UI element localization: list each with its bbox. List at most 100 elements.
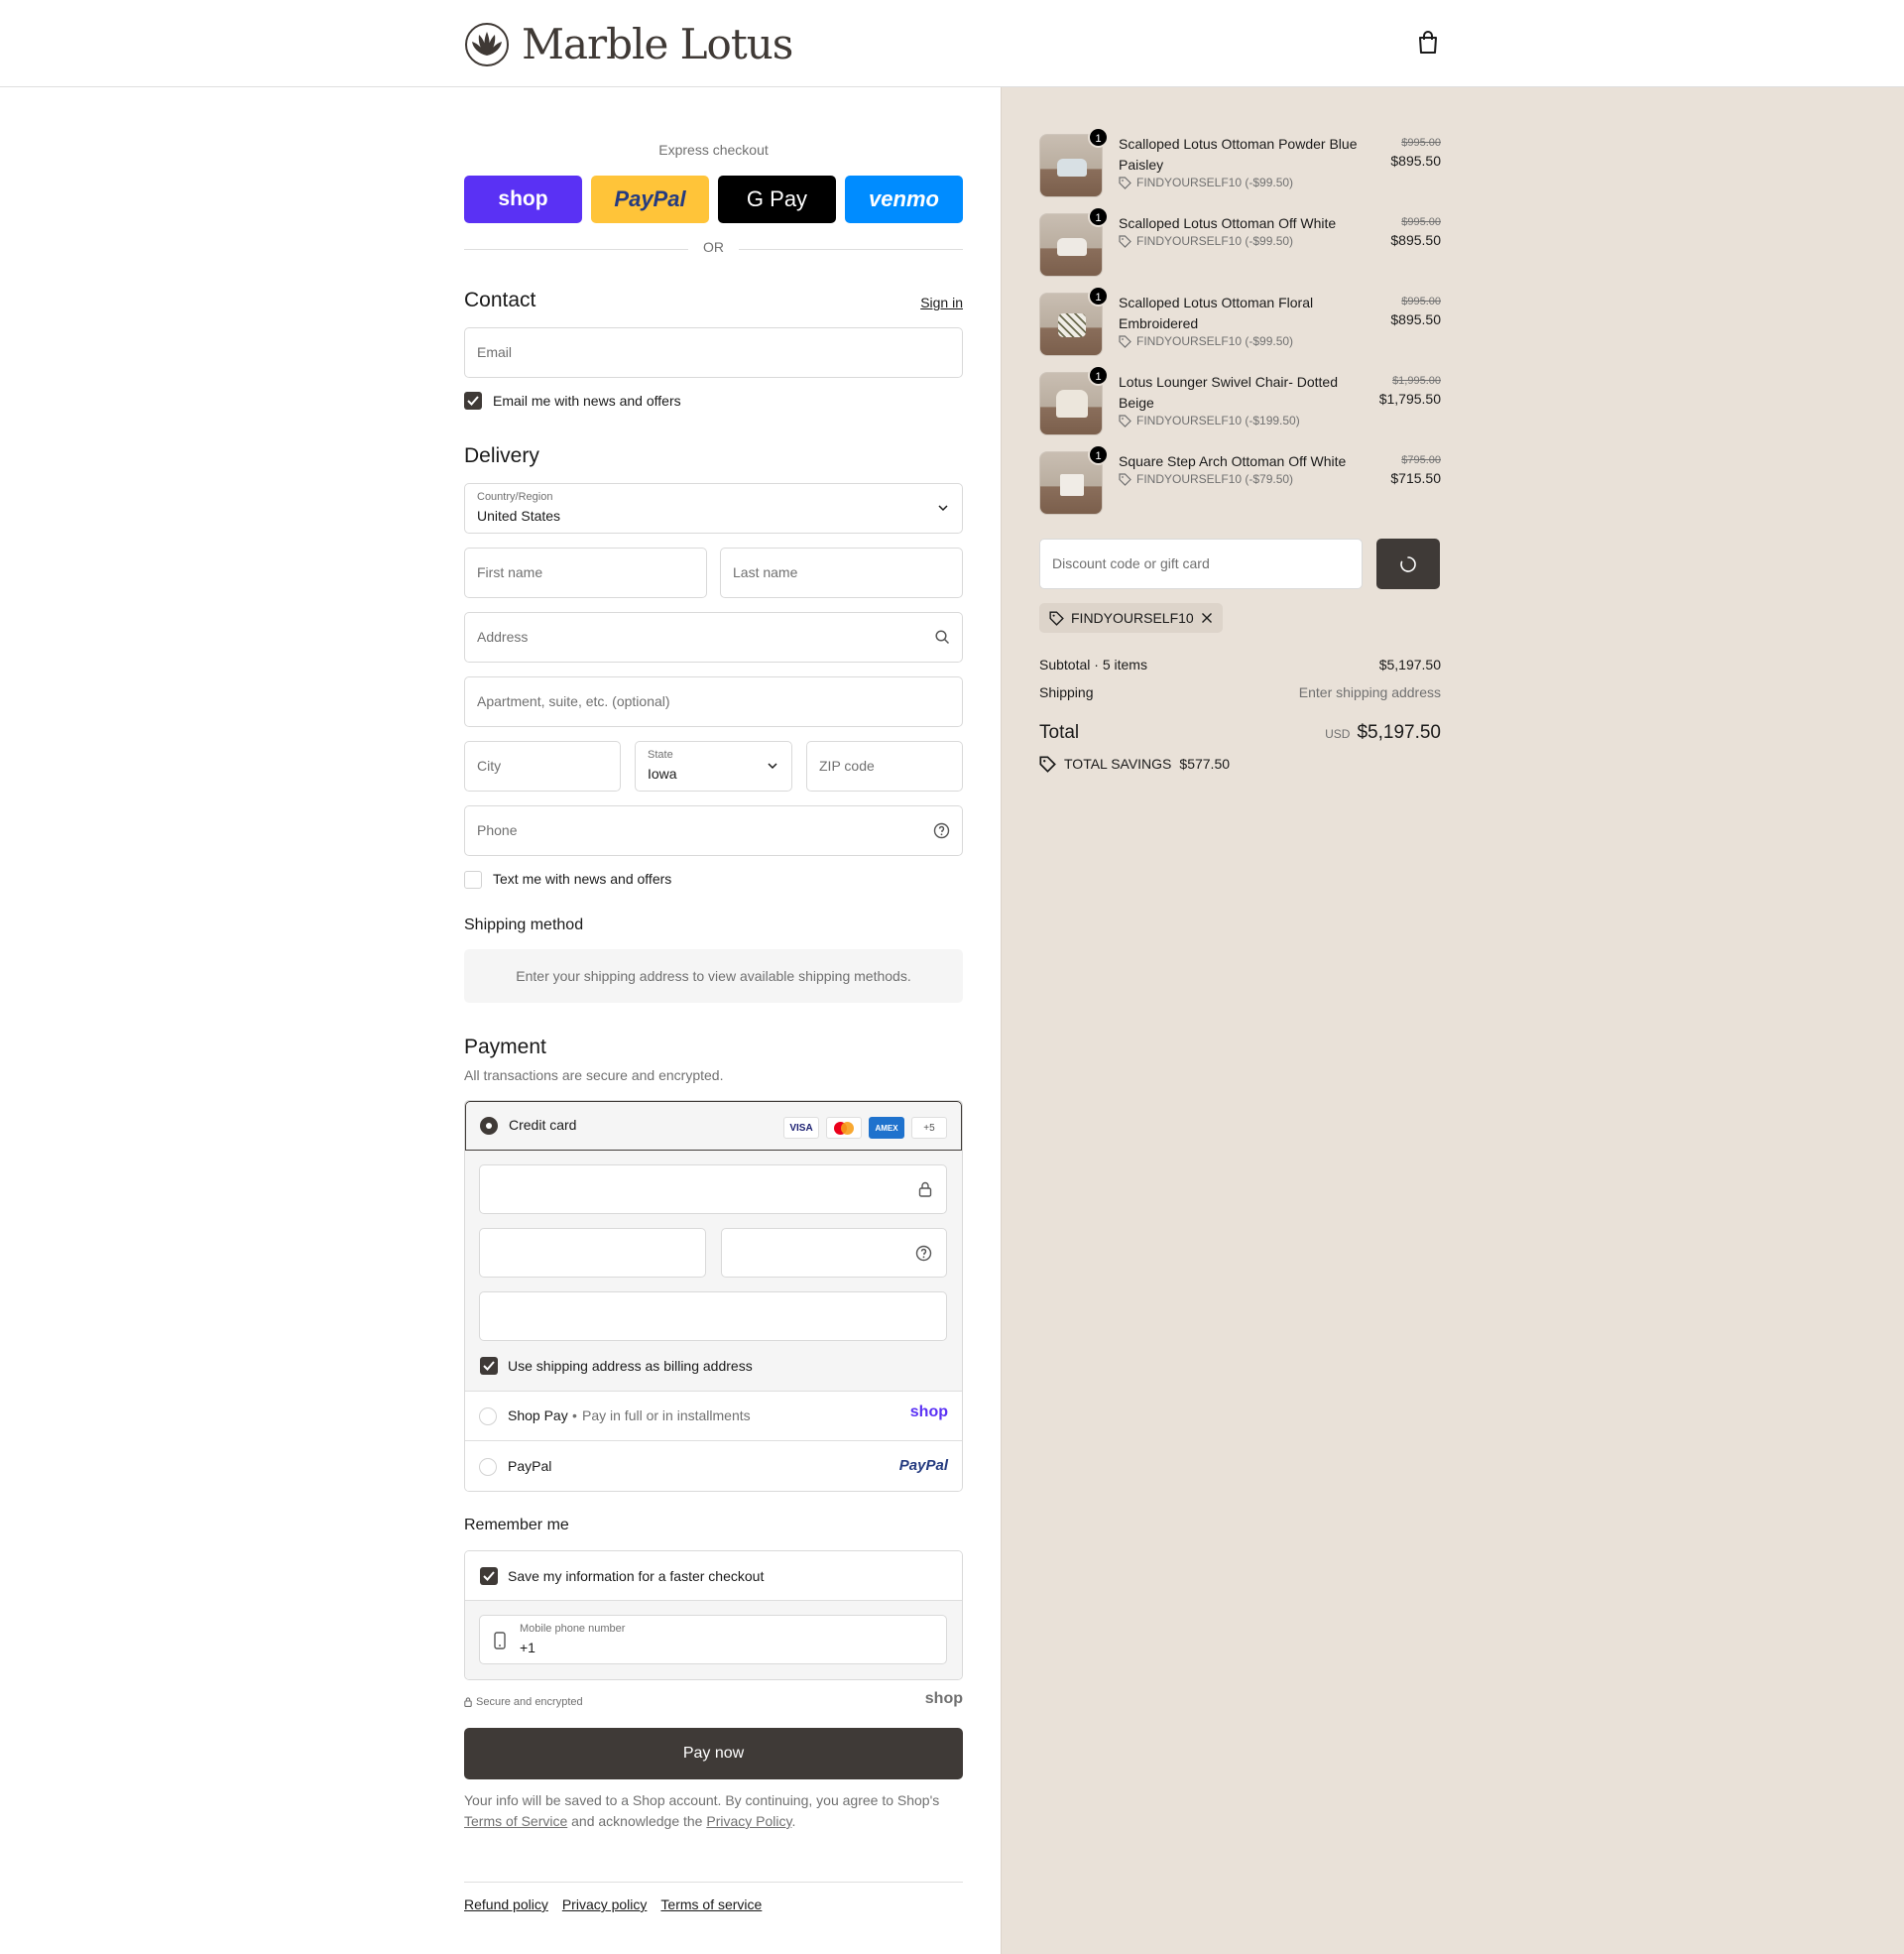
address-field[interactable]: Address: [464, 612, 963, 663]
delivery-title: Delivery: [464, 444, 539, 467]
cart-item: 1 Scalloped Lotus Ottoman Powder Blue Pa…: [1039, 127, 1441, 197]
brand-logo[interactable]: Marble Lotus: [464, 20, 793, 68]
cart-item: 1 Square Step Arch Ottoman Off White FIN…: [1039, 444, 1441, 515]
shop-pay-express-button[interactable]: shop: [464, 176, 582, 223]
mastercard-icon: [826, 1117, 862, 1139]
item-name: Square Step Arch Ottoman Off White: [1119, 453, 1347, 469]
total-savings-row: TOTAL SAVINGS $577.50: [1039, 754, 1441, 774]
name-on-card-field[interactable]: [479, 1291, 947, 1341]
tag-icon: [1119, 176, 1131, 189]
footer-links: Refund policy Privacy policy Terms of se…: [464, 1896, 762, 1912]
quantity-badge: 1: [1088, 444, 1109, 465]
order-summary-panel: [1001, 87, 1904, 1954]
item-discount: FINDYOURSELF10 (-$199.50): [1119, 414, 1300, 427]
first-name-field[interactable]: First name: [464, 548, 707, 598]
lotus-logo-icon: [465, 22, 509, 66]
sale-price: $715.50: [1390, 470, 1441, 486]
item-discount: FINDYOURSELF10 (-$99.50): [1119, 234, 1293, 248]
shop-pay-radio[interactable]: [479, 1407, 497, 1425]
or-divider: OR: [464, 239, 963, 259]
lock-icon: [918, 1181, 932, 1197]
expiry-field[interactable]: [479, 1228, 706, 1278]
city-field[interactable]: City: [464, 741, 621, 792]
applied-discount-code: FINDYOURSELF10: [1071, 610, 1194, 626]
help-icon[interactable]: [933, 822, 950, 839]
cart-item: 1 Scalloped Lotus Ottoman Floral Embroid…: [1039, 286, 1441, 356]
discount-code-input[interactable]: Discount code or gift card: [1039, 539, 1363, 589]
pay-now-button[interactable]: Pay now: [464, 1728, 963, 1779]
email-news-label: Email me with news and offers: [493, 393, 681, 409]
paypal-logo: PayPal: [898, 1457, 948, 1474]
item-name: Scalloped Lotus Ottoman Floral Embroider…: [1119, 295, 1314, 331]
cart-item: 1 Scalloped Lotus Ottoman Off White FIND…: [1039, 206, 1441, 277]
shipping-label: Shipping: [1039, 684, 1094, 700]
billing-address-label: Use shipping address as billing address: [508, 1358, 753, 1374]
mobile-phone-field[interactable]: Mobile phone number +1: [479, 1615, 947, 1664]
apartment-field[interactable]: Apartment, suite, etc. (optional): [464, 676, 963, 727]
tag-icon: [1039, 755, 1056, 773]
apply-discount-button[interactable]: [1376, 539, 1440, 589]
applied-discount-tag: FINDYOURSELF10: [1039, 603, 1223, 633]
shop-pay-separator: •: [572, 1407, 577, 1423]
paypal-option[interactable]: PayPal PayPal: [465, 1442, 962, 1491]
original-price: $1,995.00: [1392, 375, 1441, 387]
item-name: Scalloped Lotus Ottoman Powder Blue Pais…: [1119, 136, 1358, 173]
mobile-section: Mobile phone number +1: [465, 1601, 962, 1679]
original-price: $995.00: [1401, 216, 1441, 228]
visa-icon: VISA: [783, 1117, 819, 1139]
credit-card-label: Credit card: [509, 1117, 577, 1133]
privacy-policy-link[interactable]: Privacy Policy: [706, 1813, 791, 1829]
refund-policy-link[interactable]: Refund policy: [464, 1896, 548, 1912]
tag-icon: [1049, 610, 1064, 626]
shop-pay-option[interactable]: Shop Pay • Pay in full or in installment…: [465, 1392, 962, 1441]
credit-card-option[interactable]: Credit card VISA AMEX +5: [465, 1101, 962, 1151]
more-cards-badge: +5: [911, 1117, 947, 1139]
close-icon[interactable]: [1201, 612, 1213, 624]
quantity-badge: 1: [1088, 127, 1109, 148]
total-savings-label: TOTAL SAVINGS: [1064, 756, 1172, 772]
phone-field[interactable]: Phone: [464, 805, 963, 856]
express-checkout-buttons: shop PayPal G Pay venmo: [464, 176, 963, 223]
total-row: Total USD $5,197.50: [1039, 722, 1441, 750]
terms-of-service-link[interactable]: Terms of Service: [464, 1813, 567, 1829]
total-savings-value: $577.50: [1179, 756, 1231, 772]
paypal-radio[interactable]: [479, 1458, 497, 1476]
help-icon[interactable]: [915, 1245, 932, 1262]
header: Marble Lotus: [0, 0, 1904, 87]
cart-item: 1 Lotus Lounger Swivel Chair- Dotted Bei…: [1039, 365, 1441, 435]
shipping-method-title: Shipping method: [464, 916, 584, 933]
subtotal-value: $5,197.50: [1378, 657, 1441, 672]
sale-price: $895.50: [1390, 153, 1441, 169]
sign-in-link[interactable]: Sign in: [920, 295, 963, 310]
original-price: $995.00: [1401, 137, 1441, 149]
billing-address-checkbox[interactable]: [480, 1357, 498, 1375]
payment-title: Payment: [464, 1036, 546, 1058]
google-pay-express-button[interactable]: G Pay: [718, 176, 836, 223]
last-name-field[interactable]: Last name: [720, 548, 963, 598]
text-news-checkbox[interactable]: [464, 871, 482, 889]
zip-field[interactable]: ZIP code: [806, 741, 963, 792]
venmo-express-button[interactable]: venmo: [845, 176, 963, 223]
security-code-field[interactable]: [721, 1228, 947, 1278]
email-news-checkbox[interactable]: [464, 392, 482, 410]
country-select[interactable]: Country/Region United States: [464, 483, 963, 534]
footer-privacy-policy-link[interactable]: Privacy policy: [562, 1896, 648, 1912]
paypal-label: PayPal: [508, 1458, 552, 1474]
shop-logo: shop: [924, 1690, 963, 1707]
footer-terms-link[interactable]: Terms of service: [660, 1896, 762, 1912]
paypal-express-button[interactable]: PayPal: [591, 176, 709, 223]
save-info-row: Save my information for a faster checkou…: [465, 1551, 962, 1601]
tag-icon: [1119, 472, 1131, 486]
credit-card-radio[interactable]: [480, 1117, 498, 1135]
email-field[interactable]: Email: [464, 327, 963, 378]
shopping-bag-icon[interactable]: [1416, 30, 1440, 56]
card-number-field[interactable]: [479, 1164, 947, 1214]
state-select[interactable]: State Iowa: [635, 741, 792, 792]
sale-price: $895.50: [1390, 311, 1441, 327]
shipping-value: Enter shipping address: [1298, 684, 1441, 700]
check-icon: [483, 1571, 495, 1581]
save-info-checkbox[interactable]: [480, 1567, 498, 1585]
item-discount: FINDYOURSELF10 (-$99.50): [1119, 334, 1293, 348]
tag-icon: [1119, 234, 1131, 248]
mobile-phone-icon: [494, 1632, 506, 1649]
